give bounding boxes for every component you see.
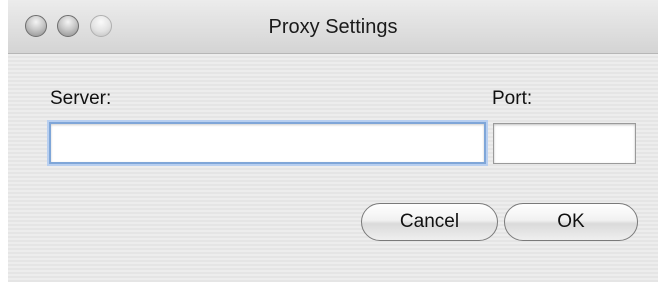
cancel-button[interactable]: Cancel (361, 203, 498, 241)
server-label: Server: (50, 88, 112, 109)
server-input[interactable] (49, 122, 486, 164)
proxy-settings-window: Proxy Settings Server: Port: Cancel OK (0, 0, 668, 282)
window-title: Proxy Settings (268, 16, 398, 38)
port-label: Port: (492, 88, 533, 109)
port-input[interactable] (493, 123, 636, 164)
title-bar[interactable]: Proxy Settings (8, 0, 658, 54)
dialog-content: Server: Port: Cancel OK (8, 54, 658, 282)
ok-button[interactable]: OK (504, 203, 638, 241)
